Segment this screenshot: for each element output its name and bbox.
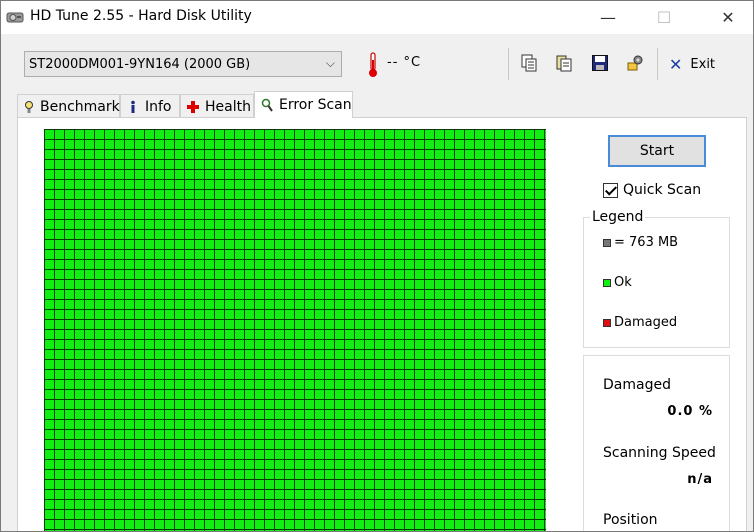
magnifier-icon bbox=[261, 98, 273, 112]
quick-scan-checkbox[interactable]: Quick Scan bbox=[603, 182, 701, 198]
maximize-icon: ☐ bbox=[656, 8, 672, 27]
legend-title: Legend bbox=[590, 209, 646, 225]
ok-swatch bbox=[603, 278, 611, 287]
maximize-button[interactable]: ☐ bbox=[641, 1, 687, 34]
minimize-button[interactable]: — bbox=[585, 1, 631, 34]
tab-label: Benchmark bbox=[40, 98, 120, 115]
minimize-icon: — bbox=[600, 8, 616, 27]
block-size-label: = 763 MB bbox=[614, 235, 679, 250]
info-icon bbox=[127, 100, 139, 114]
copy-icon bbox=[521, 54, 537, 72]
temperature-readout: -- °C bbox=[387, 55, 422, 70]
damaged-legend-label: Damaged bbox=[614, 315, 678, 330]
exit-icon: ✕ bbox=[669, 54, 683, 74]
exit-button[interactable]: ✕ Exit bbox=[669, 52, 715, 76]
copy-button[interactable] bbox=[517, 51, 541, 75]
ok-label: Ok bbox=[614, 275, 632, 290]
legend-block-size: = 763 MB bbox=[603, 235, 678, 250]
damaged-stat-value: 0.0 % bbox=[667, 404, 713, 419]
drive-select-value: ST2000DM001-9YN164 (2000 GB) bbox=[29, 56, 251, 72]
tab-benchmark[interactable]: Benchmark bbox=[17, 94, 120, 118]
toolbar: ST2000DM001-9YN164 (2000 GB) ⌵ -- °C ✕ E… bbox=[1, 34, 753, 89]
tab-label: Health bbox=[205, 98, 251, 115]
checkbox-check-icon[interactable] bbox=[603, 182, 618, 198]
speed-stat-label: Scanning Speed bbox=[603, 445, 716, 461]
window-title: HD Tune 2.55 - Hard Disk Utility bbox=[30, 8, 252, 24]
app-icon bbox=[6, 12, 24, 23]
toolbar-separator bbox=[508, 48, 509, 80]
save-icon bbox=[592, 55, 608, 71]
start-button[interactable]: Start bbox=[608, 135, 706, 167]
error-scan-panel: Start Quick Scan Legend = 763 MB Ok Dama… bbox=[17, 117, 747, 531]
start-label: Start bbox=[639, 143, 675, 159]
tab-label: Info bbox=[145, 98, 172, 115]
copy-info-button[interactable] bbox=[552, 51, 576, 75]
title-bar[interactable]: HD Tune 2.55 - Hard Disk Utility — ☐ ✕ bbox=[1, 1, 753, 34]
app-window: HD Tune 2.55 - Hard Disk Utility — ☐ ✕ S… bbox=[0, 0, 754, 532]
scan-grid-canvas bbox=[44, 129, 546, 531]
block-size-swatch bbox=[603, 238, 611, 247]
health-icon bbox=[187, 100, 199, 114]
copy-info-icon bbox=[556, 55, 572, 72]
scan-stats-group: Damaged 0.0 % Scanning Speed n/a Positio… bbox=[583, 355, 730, 531]
close-icon: ✕ bbox=[721, 8, 735, 27]
tab-label: Error Scan bbox=[279, 97, 352, 113]
legend-group: Legend = 763 MB Ok Damaged bbox=[583, 209, 730, 348]
toolbar-separator bbox=[657, 48, 658, 80]
tab-error-scan[interactable]: Error Scan bbox=[254, 91, 353, 118]
damaged-stat-label: Damaged bbox=[603, 377, 671, 393]
tab-info[interactable]: Info bbox=[120, 94, 180, 118]
chevron-down-icon: ⌵ bbox=[325, 56, 335, 70]
thermometer-icon bbox=[369, 52, 377, 77]
close-button[interactable]: ✕ bbox=[705, 1, 751, 34]
options-icon bbox=[627, 55, 643, 71]
exit-label: Exit bbox=[690, 56, 716, 72]
benchmark-icon bbox=[24, 100, 34, 114]
options-button[interactable] bbox=[623, 51, 647, 75]
drive-select[interactable]: ST2000DM001-9YN164 (2000 GB) ⌵ bbox=[24, 51, 342, 77]
legend-damaged: Damaged bbox=[603, 315, 677, 330]
position-stat-label: Position bbox=[603, 512, 658, 528]
legend-ok: Ok bbox=[603, 275, 632, 290]
scan-block-grid bbox=[44, 129, 546, 531]
damaged-swatch bbox=[603, 318, 611, 327]
tab-health[interactable]: Health bbox=[180, 94, 254, 118]
quick-scan-label: Quick Scan bbox=[623, 182, 702, 198]
speed-stat-value: n/a bbox=[687, 472, 713, 487]
save-button[interactable] bbox=[588, 51, 612, 75]
